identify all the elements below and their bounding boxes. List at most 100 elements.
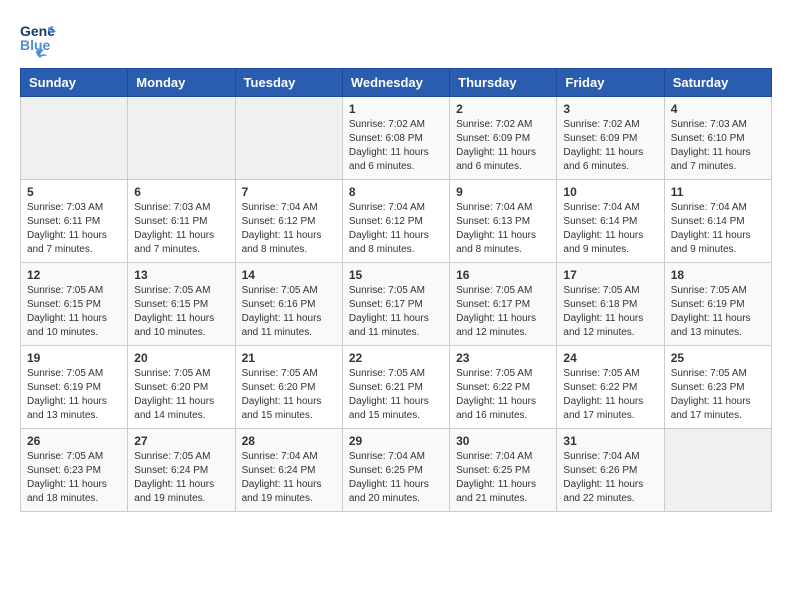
calendar-cell: 19 Sunrise: 7:05 AM Sunset: 6:19 PM Dayli… <box>21 346 128 429</box>
day-info: Sunrise: 7:04 AM Sunset: 6:24 PM Dayligh… <box>242 450 336 506</box>
day-number: 27 <box>134 434 228 448</box>
day-number: 17 <box>563 268 657 282</box>
day-info: Sunrise: 7:02 AM Sunset: 6:08 PM Dayligh… <box>349 118 443 174</box>
calendar-cell: 13Sunrise: 7:05 AM Sunset: 6:15 PM Dayli… <box>128 263 235 346</box>
day-number: 13 <box>134 268 228 282</box>
day-number: 3 <box>563 102 657 116</box>
calendar-cell: 25 Sunrise: 7:05 AM Sunset: 6:23 PM Dayli… <box>664 346 771 429</box>
weekday-header-monday: Monday <box>128 69 235 97</box>
calendar-cell: 29 Sunrise: 7:04 AM Sunset: 6:25 PM Dayli… <box>342 429 449 512</box>
calendar-cell: 1 Sunrise: 7:02 AM Sunset: 6:08 PM Daylig… <box>342 97 449 180</box>
day-info: Sunrise: 7:05 AM Sunset: 6:19 PM Dayligh… <box>27 367 121 423</box>
day-number: 7 <box>242 185 336 199</box>
day-number: 20 <box>134 351 228 365</box>
day-number: 19 <box>27 351 121 365</box>
day-number: 2 <box>456 102 550 116</box>
weekday-header-saturday: Saturday <box>664 69 771 97</box>
calendar-cell: 10 Sunrise: 7:04 AM Sunset: 6:14 PM Dayli… <box>557 180 664 263</box>
day-number: 8 <box>349 185 443 199</box>
day-number: 15 <box>349 268 443 282</box>
day-info: Sunrise: 7:05 AM Sunset: 6:16 PM Dayligh… <box>242 284 336 340</box>
day-info: Sunrise: 7:02 AM Sunset: 6:09 PM Dayligh… <box>456 118 550 174</box>
calendar-cell: 18 Sunrise: 7:05 AM Sunset: 6:19 PM Dayli… <box>664 263 771 346</box>
calendar-cell: 22 Sunrise: 7:05 AM Sunset: 6:21 PM Dayli… <box>342 346 449 429</box>
calendar-cell: 8 Sunrise: 7:04 AM Sunset: 6:12 PM Daylig… <box>342 180 449 263</box>
day-info: Sunrise: 7:05 AM Sunset: 6:23 PM Dayligh… <box>671 367 765 423</box>
calendar-cell: 23Sunrise: 7:05 AM Sunset: 6:22 PM Dayli… <box>450 346 557 429</box>
day-number: 23 <box>456 351 550 365</box>
day-number: 30 <box>456 434 550 448</box>
calendar-cell: 31 Sunrise: 7:04 AM Sunset: 6:26 PM Dayli… <box>557 429 664 512</box>
day-number: 5 <box>27 185 121 199</box>
day-info: Sunrise: 7:03 AM Sunset: 6:11 PM Dayligh… <box>27 201 121 257</box>
calendar-cell: 26 Sunrise: 7:05 AM Sunset: 6:23 PM Dayli… <box>21 429 128 512</box>
calendar-header-row: SundayMondayTuesdayWednesdayThursdayFrid… <box>21 69 772 97</box>
weekday-header-wednesday: Wednesday <box>342 69 449 97</box>
weekday-header-friday: Friday <box>557 69 664 97</box>
calendar-table: SundayMondayTuesdayWednesdayThursdayFrid… <box>20 68 772 512</box>
calendar-cell: 20 Sunrise: 7:05 AM Sunset: 6:20 PM Dayli… <box>128 346 235 429</box>
day-number: 6 <box>134 185 228 199</box>
calendar-week-2: 5 Sunrise: 7:03 AM Sunset: 6:11 PM Daylig… <box>21 180 772 263</box>
calendar-cell <box>21 97 128 180</box>
calendar-week-4: 19 Sunrise: 7:05 AM Sunset: 6:19 PM Dayli… <box>21 346 772 429</box>
day-info: Sunrise: 7:04 AM Sunset: 6:13 PM Dayligh… <box>456 201 550 257</box>
day-number: 18 <box>671 268 765 282</box>
calendar-cell <box>235 97 342 180</box>
day-number: 31 <box>563 434 657 448</box>
day-info: Sunrise: 7:05 AM Sunset: 6:20 PM Dayligh… <box>134 367 228 423</box>
day-number: 11 <box>671 185 765 199</box>
day-number: 1 <box>349 102 443 116</box>
calendar-week-3: 12 Sunrise: 7:05 AM Sunset: 6:15 PM Dayli… <box>21 263 772 346</box>
day-number: 26 <box>27 434 121 448</box>
calendar-cell: 5 Sunrise: 7:03 AM Sunset: 6:11 PM Daylig… <box>21 180 128 263</box>
calendar-cell: 2 Sunrise: 7:02 AM Sunset: 6:09 PM Daylig… <box>450 97 557 180</box>
day-number: 14 <box>242 268 336 282</box>
day-number: 28 <box>242 434 336 448</box>
day-info: Sunrise: 7:05 AM Sunset: 6:15 PM Dayligh… <box>27 284 121 340</box>
calendar-cell: 28 Sunrise: 7:04 AM Sunset: 6:24 PM Dayli… <box>235 429 342 512</box>
calendar-cell: 3 Sunrise: 7:02 AM Sunset: 6:09 PM Daylig… <box>557 97 664 180</box>
day-info: Sunrise: 7:04 AM Sunset: 6:26 PM Dayligh… <box>563 450 657 506</box>
calendar-cell: 27Sunrise: 7:05 AM Sunset: 6:24 PM Dayli… <box>128 429 235 512</box>
day-info: Sunrise: 7:04 AM Sunset: 6:14 PM Dayligh… <box>671 201 765 257</box>
calendar-cell: 21Sunrise: 7:05 AM Sunset: 6:20 PM Dayli… <box>235 346 342 429</box>
day-info: Sunrise: 7:05 AM Sunset: 6:21 PM Dayligh… <box>349 367 443 423</box>
day-number: 16 <box>456 268 550 282</box>
weekday-header-tuesday: Tuesday <box>235 69 342 97</box>
day-number: 25 <box>671 351 765 365</box>
day-info: Sunrise: 7:03 AM Sunset: 6:10 PM Dayligh… <box>671 118 765 174</box>
day-info: Sunrise: 7:02 AM Sunset: 6:09 PM Dayligh… <box>563 118 657 174</box>
calendar-week-5: 26 Sunrise: 7:05 AM Sunset: 6:23 PM Dayli… <box>21 429 772 512</box>
day-info: Sunrise: 7:04 AM Sunset: 6:25 PM Dayligh… <box>456 450 550 506</box>
day-info: Sunrise: 7:05 AM Sunset: 6:23 PM Dayligh… <box>27 450 121 506</box>
day-info: Sunrise: 7:04 AM Sunset: 6:12 PM Dayligh… <box>242 201 336 257</box>
calendar-cell <box>128 97 235 180</box>
day-info: Sunrise: 7:05 AM Sunset: 6:19 PM Dayligh… <box>671 284 765 340</box>
calendar-cell: 17Sunrise: 7:05 AM Sunset: 6:18 PM Dayli… <box>557 263 664 346</box>
calendar-cell: 14 Sunrise: 7:05 AM Sunset: 6:16 PM Dayli… <box>235 263 342 346</box>
calendar-cell: 16 Sunrise: 7:05 AM Sunset: 6:17 PM Dayli… <box>450 263 557 346</box>
day-info: Sunrise: 7:04 AM Sunset: 6:12 PM Dayligh… <box>349 201 443 257</box>
weekday-header-thursday: Thursday <box>450 69 557 97</box>
day-number: 10 <box>563 185 657 199</box>
calendar-cell: 7 Sunrise: 7:04 AM Sunset: 6:12 PM Daylig… <box>235 180 342 263</box>
calendar-cell: 24 Sunrise: 7:05 AM Sunset: 6:22 PM Dayli… <box>557 346 664 429</box>
calendar-week-1: 1 Sunrise: 7:02 AM Sunset: 6:08 PM Daylig… <box>21 97 772 180</box>
day-info: Sunrise: 7:04 AM Sunset: 6:25 PM Dayligh… <box>349 450 443 506</box>
day-info: Sunrise: 7:05 AM Sunset: 6:17 PM Dayligh… <box>456 284 550 340</box>
weekday-header-sunday: Sunday <box>21 69 128 97</box>
day-info: Sunrise: 7:04 AM Sunset: 6:14 PM Dayligh… <box>563 201 657 257</box>
day-number: 24 <box>563 351 657 365</box>
day-info: Sunrise: 7:05 AM Sunset: 6:17 PM Dayligh… <box>349 284 443 340</box>
day-number: 22 <box>349 351 443 365</box>
calendar-cell: 4 Sunrise: 7:03 AM Sunset: 6:10 PM Daylig… <box>664 97 771 180</box>
calendar-cell: 12 Sunrise: 7:05 AM Sunset: 6:15 PM Dayli… <box>21 263 128 346</box>
day-info: Sunrise: 7:03 AM Sunset: 6:11 PM Dayligh… <box>134 201 228 257</box>
logo-bird-icon <box>22 46 50 66</box>
day-number: 12 <box>27 268 121 282</box>
day-info: Sunrise: 7:05 AM Sunset: 6:22 PM Dayligh… <box>563 367 657 423</box>
calendar-cell: 6 Sunrise: 7:03 AM Sunset: 6:11 PM Daylig… <box>128 180 235 263</box>
day-number: 29 <box>349 434 443 448</box>
day-number: 4 <box>671 102 765 116</box>
